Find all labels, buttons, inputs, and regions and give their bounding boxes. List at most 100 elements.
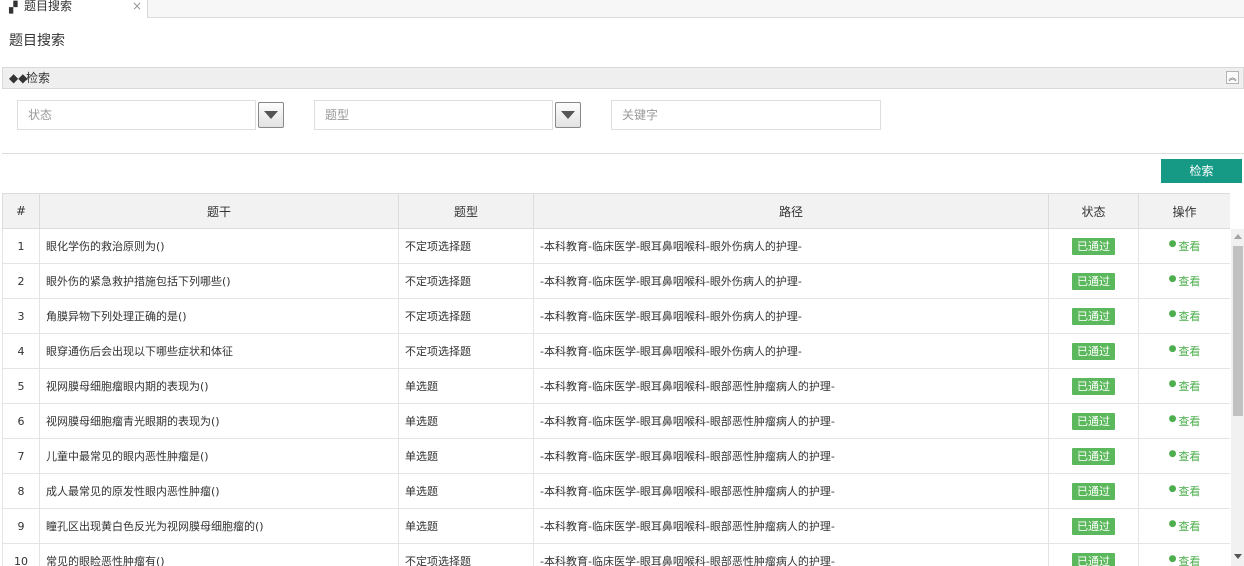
keyword-input[interactable]	[612, 101, 880, 129]
scroll-down-icon[interactable]	[1234, 554, 1242, 559]
status-badge: 已通过	[1072, 412, 1115, 430]
question-path: -本科教育-临床医学-眼耳鼻咽喉科-眼部恶性肿瘤病人的护理-	[533, 473, 1049, 509]
status-cell: 已通过	[1048, 263, 1139, 299]
collapse-icon[interactable]: ︽	[1226, 71, 1239, 84]
question-type: 不定项选择题	[398, 263, 534, 299]
column-header-type[interactable]: 题型	[398, 193, 534, 229]
eye-icon: ●	[1168, 239, 1177, 249]
eye-icon: ●	[1168, 309, 1177, 319]
scroll-up-icon[interactable]	[1234, 234, 1242, 239]
action-cell: ● 查看	[1138, 403, 1230, 439]
question-path: -本科教育-临床医学-眼耳鼻咽喉科-眼部恶性肿瘤病人的护理-	[533, 508, 1049, 544]
table-row[interactable]: 2 眼外伤的紧急救护措施包括下列哪些() 不定项选择题 -本科教育-临床医学-眼耳鼻咽…	[2, 263, 1230, 299]
status-dropdown-button[interactable]	[258, 102, 284, 128]
status-cell: 已通过	[1048, 403, 1139, 439]
table-row[interactable]: 8 成人最常见的原发性眼内恶性肿瘤() 单选题 -本科教育-临床医学-眼耳鼻咽喉科-眼…	[2, 473, 1230, 509]
status-input[interactable]	[18, 101, 255, 129]
column-header-number: #	[2, 193, 40, 229]
table-row[interactable]: 3 角膜异物下列处理正确的是() 不定项选择题 -本科教育-临床医学-眼耳鼻咽喉科-眼…	[2, 298, 1230, 334]
type-input[interactable]	[315, 101, 552, 129]
view-label[interactable]: 查看	[1178, 310, 1200, 323]
view-label[interactable]: 查看	[1178, 415, 1200, 428]
question-stem: 视网膜母细胞瘤青光眼期的表现为()	[39, 403, 399, 439]
divider	[2, 153, 1244, 154]
question-stem: 角膜异物下列处理正确的是()	[39, 298, 399, 334]
view-link[interactable]: ● 查看	[1168, 379, 1201, 393]
row-number: 9	[2, 508, 40, 544]
eye-icon: ●	[1168, 484, 1177, 494]
eye-icon: ●	[1168, 449, 1177, 459]
status-badge: 已通过	[1072, 377, 1115, 395]
table-row[interactable]: 10 常见的眼睑恶性肿瘤有() 不定项选择题 -本科教育-临床医学-眼耳鼻咽喉科-眼部…	[2, 543, 1230, 566]
view-label[interactable]: 查看	[1178, 380, 1200, 393]
table-header: # 题干 题型 路径 状态 操作	[2, 193, 1230, 229]
row-number: 5	[2, 368, 40, 404]
table-row[interactable]: 7 儿童中最常见的眼内恶性肿瘤是() 单选题 -本科教育-临床医学-眼耳鼻咽喉科-眼部…	[2, 438, 1230, 474]
row-number: 7	[2, 438, 40, 474]
question-type: 单选题	[398, 508, 534, 544]
view-link[interactable]: ● 查看	[1168, 344, 1201, 358]
question-type: 单选题	[398, 403, 534, 439]
eye-icon: ●	[1168, 519, 1177, 529]
view-link[interactable]: ● 查看	[1168, 239, 1201, 253]
status-cell: 已通过	[1048, 368, 1139, 404]
type-field[interactable]	[314, 100, 553, 130]
view-link[interactable]: ● 查看	[1168, 274, 1201, 288]
status-field[interactable]	[17, 100, 256, 130]
status-cell: 已通过	[1048, 473, 1139, 509]
view-label[interactable]: 查看	[1178, 275, 1200, 288]
action-cell: ● 查看	[1138, 368, 1230, 404]
page-title: 题目搜索	[9, 33, 65, 49]
question-type: 单选题	[398, 438, 534, 474]
close-icon[interactable]: ×	[132, 0, 142, 13]
view-label[interactable]: 查看	[1178, 345, 1200, 358]
question-type: 不定项选择题	[398, 298, 534, 334]
view-label[interactable]: 查看	[1178, 450, 1200, 463]
question-stem: 儿童中最常见的眼内恶性肿瘤是()	[39, 438, 399, 474]
search-button[interactable]: 检索	[1161, 159, 1242, 183]
column-header-stem[interactable]: 题干	[39, 193, 399, 229]
action-cell: ● 查看	[1138, 438, 1230, 474]
eye-icon: ●	[1168, 274, 1177, 284]
question-stem: 常见的眼睑恶性肿瘤有()	[39, 543, 399, 566]
row-number: 2	[2, 263, 40, 299]
question-stem: 眼外伤的紧急救护措施包括下列哪些()	[39, 263, 399, 299]
row-number: 10	[2, 543, 40, 566]
status-badge: 已通过	[1072, 237, 1115, 255]
view-label[interactable]: 查看	[1178, 555, 1200, 566]
table-row[interactable]: 1 眼化学伤的救治原则为() 不定项选择题 -本科教育-临床医学-眼耳鼻咽喉科-眼外伤…	[2, 228, 1230, 264]
question-path: -本科教育-临床医学-眼耳鼻咽喉科-眼部恶性肿瘤病人的护理-	[533, 403, 1049, 439]
table-row[interactable]: 6 视网膜母细胞瘤青光眼期的表现为() 单选题 -本科教育-临床医学-眼耳鼻咽喉科-眼…	[2, 403, 1230, 439]
table-row[interactable]: 4 眼穿通伤后会出现以下哪些症状和体征 不定项选择题 -本科教育-临床医学-眼耳鼻咽喉…	[2, 333, 1230, 369]
view-link[interactable]: ● 查看	[1169, 554, 1201, 566]
view-label[interactable]: 查看	[1178, 520, 1200, 533]
question-type: 单选题	[398, 368, 534, 404]
tab-question-search[interactable]: ▞ 题目搜索 ×	[0, 0, 148, 18]
vertical-scrollbar[interactable]	[1231, 229, 1244, 566]
view-label[interactable]: 查看	[1178, 240, 1200, 253]
table-row[interactable]: 5 视网膜母细胞瘤眼内期的表现为() 单选题 -本科教育-临床医学-眼耳鼻咽喉科-眼部…	[2, 368, 1230, 404]
question-path: -本科教育-临床医学-眼耳鼻咽喉科-眼部恶性肿瘤病人的护理-	[533, 368, 1049, 404]
row-number: 4	[2, 333, 40, 369]
question-path: -本科教育-临床医学-眼耳鼻咽喉科-眼外伤病人的护理-	[533, 263, 1049, 299]
action-cell: ● 查看	[1138, 473, 1230, 509]
view-label[interactable]: 查看	[1178, 485, 1200, 498]
scrollbar-thumb[interactable]	[1233, 246, 1243, 416]
keyword-field[interactable]	[611, 100, 881, 130]
binoculars-icon: ◆◆	[9, 71, 28, 85]
view-link[interactable]: ● 查看	[1168, 309, 1201, 323]
column-header-path[interactable]: 路径	[533, 193, 1049, 229]
eye-icon: ●	[1168, 379, 1177, 389]
table-row[interactable]: 9 瞳孔区出现黄白色反光为视网膜母细胞瘤的() 单选题 -本科教育-临床医学-眼耳鼻咽…	[2, 508, 1230, 544]
status-badge: 已通过	[1072, 307, 1115, 325]
view-link[interactable]: ● 查看	[1168, 484, 1201, 498]
status-badge: 已通过	[1072, 342, 1115, 360]
view-link[interactable]: ● 查看	[1168, 519, 1201, 533]
row-number: 3	[2, 298, 40, 334]
eye-icon: ●	[1168, 344, 1177, 354]
column-header-status[interactable]: 状态	[1048, 193, 1139, 229]
view-link[interactable]: ● 查看	[1168, 449, 1201, 463]
type-dropdown-button[interactable]	[555, 102, 581, 128]
action-cell: ● 查看	[1138, 543, 1230, 566]
view-link[interactable]: ● 查看	[1169, 414, 1201, 428]
